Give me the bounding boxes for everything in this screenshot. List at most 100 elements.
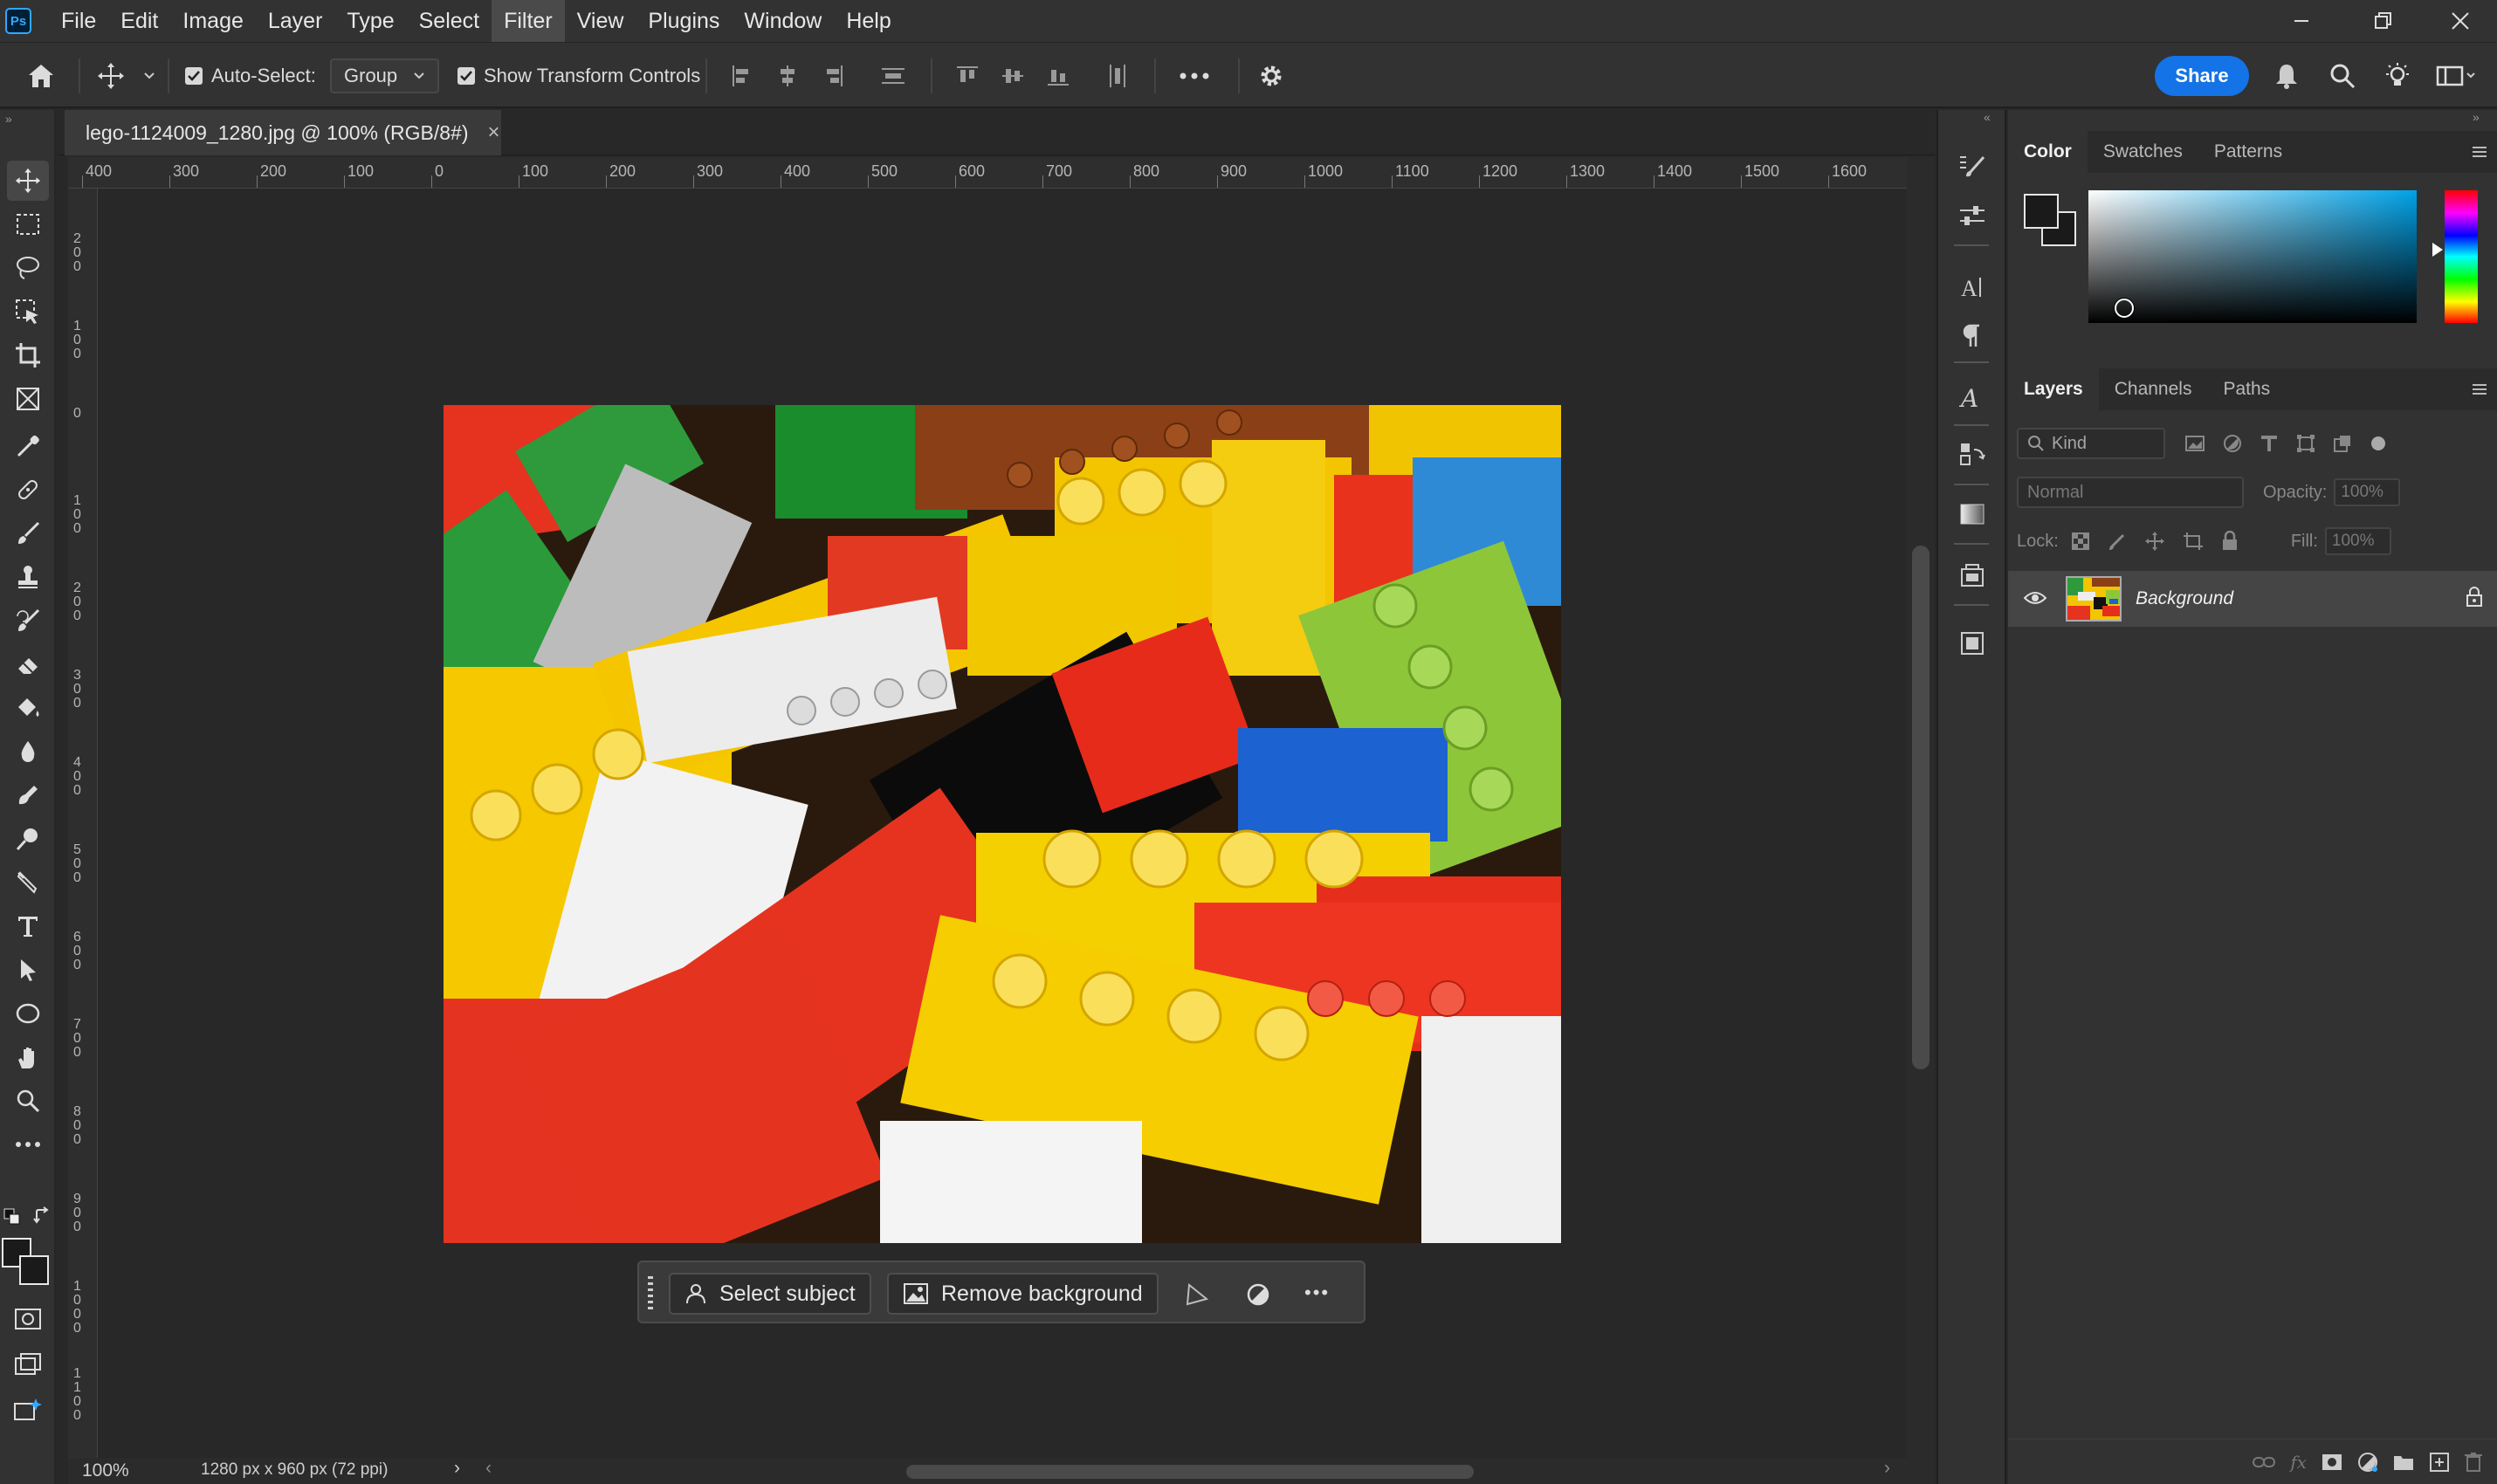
panel-menu-icon[interactable] xyxy=(2471,382,2488,396)
zoom-level[interactable]: 100% xyxy=(82,1460,129,1481)
new-layer-icon[interactable] xyxy=(2429,1452,2450,1473)
align-bottom-icon[interactable] xyxy=(1046,43,1070,109)
menu-help[interactable]: Help xyxy=(834,0,903,42)
crop-icon[interactable] xyxy=(7,335,49,375)
scroll-right-icon[interactable]: › xyxy=(1884,1458,1890,1479)
tab-color[interactable]: Color xyxy=(2008,131,2088,173)
distribute-icon[interactable] xyxy=(880,43,906,109)
align-vertical-center-icon[interactable] xyxy=(1001,43,1025,109)
brush-icon[interactable] xyxy=(7,513,49,553)
clone-stamp-icon[interactable] xyxy=(7,557,49,597)
default-colors-icon[interactable] xyxy=(3,1208,21,1226)
dodge-icon[interactable] xyxy=(7,819,49,859)
smudge-icon[interactable] xyxy=(7,775,49,815)
more-icon[interactable]: ••• xyxy=(1304,1281,1330,1304)
ellipse-tool-icon[interactable] xyxy=(7,993,49,1034)
lock-artboard-icon[interactable] xyxy=(2183,532,2204,551)
screen-mode-icon[interactable] xyxy=(7,1344,49,1384)
libraries-icon[interactable] xyxy=(1950,555,1994,595)
lightbulb-icon[interactable] xyxy=(2384,43,2411,109)
edit-toolbar-icon[interactable] xyxy=(7,1124,49,1165)
menu-type[interactable]: Type xyxy=(334,0,406,42)
glyphs-icon[interactable]: A xyxy=(1950,377,1994,417)
lock-image-icon[interactable] xyxy=(2108,532,2127,551)
tab-layers[interactable]: Layers xyxy=(2008,368,2099,410)
type-tool-icon[interactable] xyxy=(7,906,49,946)
close-tab-icon[interactable]: × xyxy=(488,120,500,145)
hue-slider-handle[interactable] xyxy=(2432,243,2443,257)
menu-image[interactable]: Image xyxy=(170,0,255,42)
move-tool-icon[interactable] xyxy=(7,161,49,201)
horizontal-scrollbar-thumb[interactable] xyxy=(906,1465,1474,1479)
filter-smart-object-icon[interactable] xyxy=(2333,434,2352,453)
filter-pixel-icon[interactable] xyxy=(2184,435,2205,452)
color-picker-cursor[interactable] xyxy=(2115,299,2134,318)
collapse-panel-icon[interactable]: » xyxy=(5,112,12,126)
restore-icon[interactable] xyxy=(2347,0,2420,42)
gear-icon[interactable] xyxy=(1257,43,1285,109)
history-icon[interactable] xyxy=(1950,435,1994,475)
healing-brush-icon[interactable] xyxy=(7,470,49,510)
search-icon[interactable] xyxy=(2329,43,2356,109)
opacity-field[interactable]: 100% xyxy=(2334,478,2401,506)
paint-bucket-icon[interactable] xyxy=(7,688,49,728)
menu-view[interactable]: View xyxy=(565,0,636,42)
document-image[interactable] xyxy=(444,405,1561,1243)
menu-layer[interactable]: Layer xyxy=(256,0,335,42)
lock-position-icon[interactable] xyxy=(2144,531,2165,552)
workspace-icon[interactable] xyxy=(2436,43,2478,109)
tab-paths[interactable]: Paths xyxy=(2207,368,2286,410)
select-subject-button[interactable]: Select subject xyxy=(669,1273,871,1315)
home-icon[interactable] xyxy=(26,43,56,109)
menu-filter[interactable]: Filter xyxy=(492,0,565,42)
swap-colors-icon[interactable] xyxy=(33,1206,52,1226)
menu-select[interactable]: Select xyxy=(407,0,492,42)
fx-icon[interactable]: fx xyxy=(2290,1452,2307,1473)
menu-window[interactable]: Window xyxy=(732,0,834,42)
scroll-left-icon[interactable]: ‹ xyxy=(485,1458,492,1479)
status-menu-icon[interactable]: › xyxy=(454,1458,460,1479)
panel-menu-icon[interactable] xyxy=(2471,145,2488,159)
tab-channels[interactable]: Channels xyxy=(2099,368,2208,410)
align-right-icon[interactable] xyxy=(821,43,845,109)
menu-plugins[interactable]: Plugins xyxy=(636,0,732,42)
menu-file[interactable]: File xyxy=(49,0,108,42)
transform-icon[interactable] xyxy=(1184,1281,1210,1308)
auto-select-mode-dropdown[interactable]: Group xyxy=(330,43,440,109)
document-tab[interactable]: lego-1124009_1280.jpg @ 100% (RGB/8#) × xyxy=(65,110,501,155)
new-group-icon[interactable] xyxy=(2392,1453,2415,1472)
properties-sliders-icon[interactable] xyxy=(1950,196,1994,236)
zoom-icon[interactable] xyxy=(7,1081,49,1121)
rectangular-marquee-icon[interactable] xyxy=(7,204,49,244)
minimize-icon[interactable] xyxy=(2265,0,2338,42)
brush-settings-icon[interactable] xyxy=(1950,145,1994,185)
layer-kind-filter[interactable]: Kind xyxy=(2017,428,2165,459)
bell-icon[interactable] xyxy=(2273,43,2300,109)
distribute-vertical-icon[interactable] xyxy=(1105,43,1130,109)
frame-icon[interactable] xyxy=(7,379,49,419)
drag-handle-icon[interactable] xyxy=(646,1274,655,1313)
layer-lock-icon[interactable] xyxy=(2466,587,2483,608)
align-top-icon[interactable] xyxy=(955,43,980,109)
hue-slider[interactable] xyxy=(2445,190,2478,323)
eye-icon[interactable] xyxy=(2024,590,2046,606)
more-options-icon[interactable] xyxy=(1179,43,1210,109)
trash-icon[interactable] xyxy=(2464,1452,2483,1473)
filter-adjustment-icon[interactable] xyxy=(2223,434,2242,453)
background-color-swatch[interactable] xyxy=(19,1255,49,1285)
object-selection-icon[interactable] xyxy=(7,292,49,332)
align-horizontal-center-icon[interactable] xyxy=(775,43,800,109)
vertical-scrollbar-thumb[interactable] xyxy=(1912,546,1930,1069)
eyedropper-icon[interactable] xyxy=(7,426,49,466)
close-window-icon[interactable] xyxy=(2424,0,2497,42)
align-left-icon[interactable] xyxy=(730,43,754,109)
collapse-right-icon[interactable]: » xyxy=(2473,110,2480,124)
move-tool-preset-icon[interactable] xyxy=(96,43,126,109)
color-panel-foreground-swatch[interactable] xyxy=(2024,194,2059,229)
link-layers-icon[interactable] xyxy=(2252,1453,2276,1472)
hand-icon[interactable] xyxy=(7,1037,49,1077)
collapse-icons-icon[interactable]: « xyxy=(1984,110,1991,124)
gradients-icon[interactable] xyxy=(1950,494,1994,534)
path-selection-icon[interactable] xyxy=(7,950,49,990)
tab-patterns[interactable]: Patterns xyxy=(2198,131,2298,173)
